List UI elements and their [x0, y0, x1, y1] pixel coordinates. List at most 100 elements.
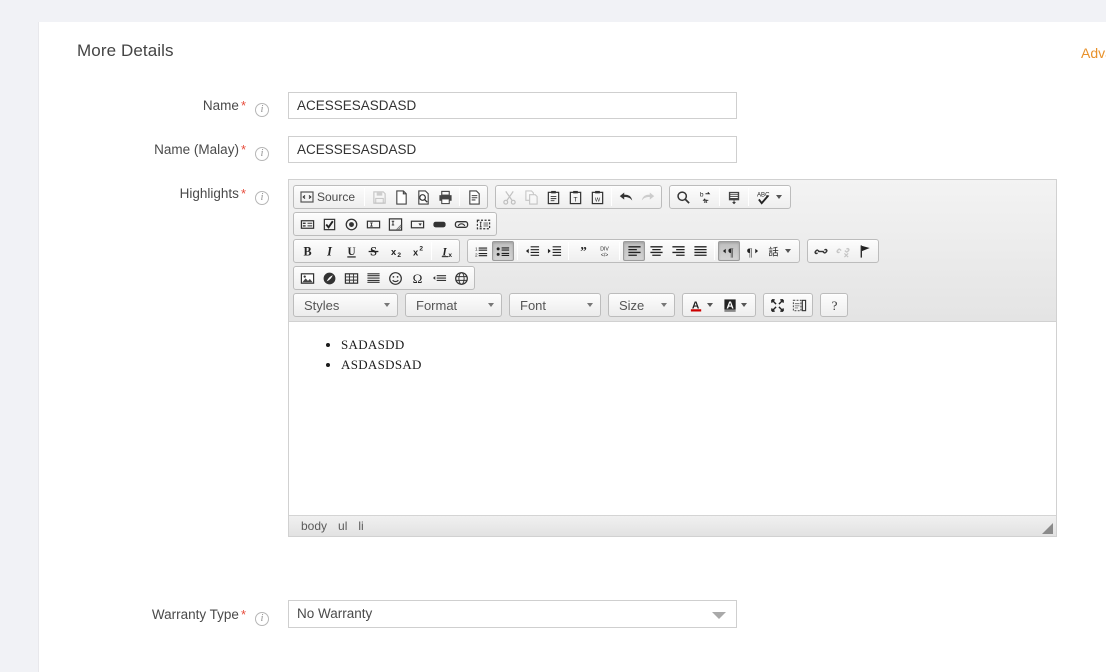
- path-item-li[interactable]: li: [358, 519, 363, 533]
- superscript-icon[interactable]: x2: [406, 241, 428, 261]
- path-item-ul[interactable]: ul: [338, 519, 347, 533]
- svg-text:¶: ¶: [747, 247, 752, 259]
- label-name: Name * i: [0, 97, 269, 117]
- info-icon[interactable]: i: [255, 147, 269, 161]
- hidden-field-icon[interactable]: [472, 214, 494, 234]
- smiley-icon[interactable]: [384, 268, 406, 288]
- toolbar-group-paragraph: 12 ” DIV </> ¶ ¶ 話: [467, 239, 800, 263]
- toolbar-group-links: [807, 239, 879, 263]
- image-button-icon[interactable]: [450, 214, 472, 234]
- size-dropdown-label: Size: [619, 297, 645, 313]
- numbered-list-icon[interactable]: 12: [470, 241, 492, 261]
- remove-format-icon[interactable]: Ix: [435, 241, 457, 261]
- toolbar-row-insert: Ω: [293, 266, 1052, 290]
- create-div-icon[interactable]: DIV </>: [594, 241, 616, 261]
- iframe-icon[interactable]: [450, 268, 472, 288]
- svg-text:T: T: [573, 196, 577, 203]
- special-character-icon[interactable]: Ω: [406, 268, 428, 288]
- size-dropdown[interactable]: Size: [608, 293, 675, 317]
- svg-text:B: B: [303, 244, 311, 258]
- redo-icon: [637, 187, 659, 207]
- editor-content-area[interactable]: SADASDD ASDASDSAD: [289, 322, 1056, 515]
- text-color-icon[interactable]: A: [685, 295, 719, 315]
- text-direction-rtl-icon[interactable]: ¶: [740, 241, 762, 261]
- about-icon[interactable]: ?: [823, 295, 845, 315]
- name-malay-input[interactable]: [288, 136, 737, 163]
- info-icon[interactable]: i: [255, 612, 269, 626]
- undo-icon[interactable]: [615, 187, 637, 207]
- align-right-icon[interactable]: [667, 241, 689, 261]
- radio-button-icon[interactable]: [340, 214, 362, 234]
- styles-dropdown[interactable]: Styles: [293, 293, 398, 317]
- align-left-icon[interactable]: [623, 241, 645, 261]
- more-details-card: More Details Adva Name*i Name (Malay)*i …: [38, 22, 1106, 672]
- chevron-down-icon: [785, 249, 791, 253]
- separator: [431, 242, 432, 260]
- link-icon[interactable]: [810, 241, 832, 261]
- select-all-icon[interactable]: [723, 187, 745, 207]
- text-direction-ltr-icon[interactable]: ¶: [718, 241, 740, 261]
- image-icon[interactable]: [296, 268, 318, 288]
- info-icon[interactable]: i: [255, 103, 269, 117]
- paste-from-word-icon[interactable]: W: [586, 187, 608, 207]
- justify-icon[interactable]: [689, 241, 711, 261]
- textarea-icon[interactable]: [384, 214, 406, 234]
- select-field-icon[interactable]: [406, 214, 428, 234]
- svg-text:”: ”: [580, 244, 587, 258]
- replace-icon[interactable]: ba: [694, 187, 716, 207]
- required-asterisk: *: [240, 98, 246, 113]
- cut-icon: [498, 187, 520, 207]
- checkbox-icon[interactable]: [318, 214, 340, 234]
- subscript-icon[interactable]: x2: [384, 241, 406, 261]
- path-item-body[interactable]: body: [301, 519, 327, 533]
- new-page-icon[interactable]: [390, 187, 412, 207]
- preview-icon[interactable]: [412, 187, 434, 207]
- bold-icon[interactable]: B: [296, 241, 318, 261]
- save-icon: [368, 187, 390, 207]
- spellcheck-icon[interactable]: ABC: [752, 187, 788, 207]
- button-icon[interactable]: [428, 214, 450, 234]
- anchor-icon[interactable]: [854, 241, 876, 261]
- background-color-icon[interactable]: A: [719, 295, 753, 315]
- paste-icon[interactable]: [542, 187, 564, 207]
- page-break-icon[interactable]: [428, 268, 450, 288]
- text-field-icon[interactable]: [362, 214, 384, 234]
- underline-icon[interactable]: U: [340, 241, 362, 261]
- advanced-link[interactable]: Adva: [1081, 45, 1106, 61]
- bulleted-list-icon[interactable]: [492, 241, 514, 261]
- find-icon[interactable]: [672, 187, 694, 207]
- maximize-icon[interactable]: [766, 295, 788, 315]
- warranty-type-select[interactable]: No Warranty: [288, 600, 737, 628]
- strikethrough-icon[interactable]: S: [362, 241, 384, 261]
- font-dropdown[interactable]: Font: [509, 293, 601, 317]
- format-dropdown[interactable]: Format: [405, 293, 502, 317]
- form-icon[interactable]: [296, 214, 318, 234]
- chevron-down-icon: [587, 303, 593, 307]
- blockquote-icon[interactable]: ”: [572, 241, 594, 261]
- italic-icon[interactable]: I: [318, 241, 340, 261]
- page-background-strip: [0, 0, 1106, 22]
- info-icon[interactable]: i: [255, 191, 269, 205]
- flash-icon[interactable]: [318, 268, 340, 288]
- table-icon[interactable]: [340, 268, 362, 288]
- increase-indent-icon[interactable]: [543, 241, 565, 261]
- print-icon[interactable]: [434, 187, 456, 207]
- label-name-malay: Name (Malay) * i: [0, 141, 269, 161]
- align-center-icon[interactable]: [645, 241, 667, 261]
- source-button[interactable]: Source: [296, 187, 361, 207]
- separator: [714, 242, 715, 260]
- label-name-text: Name: [202, 98, 239, 113]
- svg-text:W: W: [594, 197, 600, 203]
- templates-icon[interactable]: [463, 187, 485, 207]
- decrease-indent-icon[interactable]: [521, 241, 543, 261]
- paste-as-text-icon[interactable]: T: [564, 187, 586, 207]
- name-input[interactable]: [288, 92, 737, 119]
- format-dropdown-label: Format: [416, 297, 458, 313]
- language-icon[interactable]: 話: [762, 241, 797, 261]
- toolbar-row-formatting: B I U S x2: [293, 239, 1052, 263]
- resize-handle[interactable]: [1042, 523, 1053, 534]
- label-warranty-type: Warranty Type * i: [0, 606, 269, 626]
- chevron-down-icon: [661, 303, 667, 307]
- horizontal-rule-icon[interactable]: [362, 268, 384, 288]
- show-blocks-icon[interactable]: [788, 295, 810, 315]
